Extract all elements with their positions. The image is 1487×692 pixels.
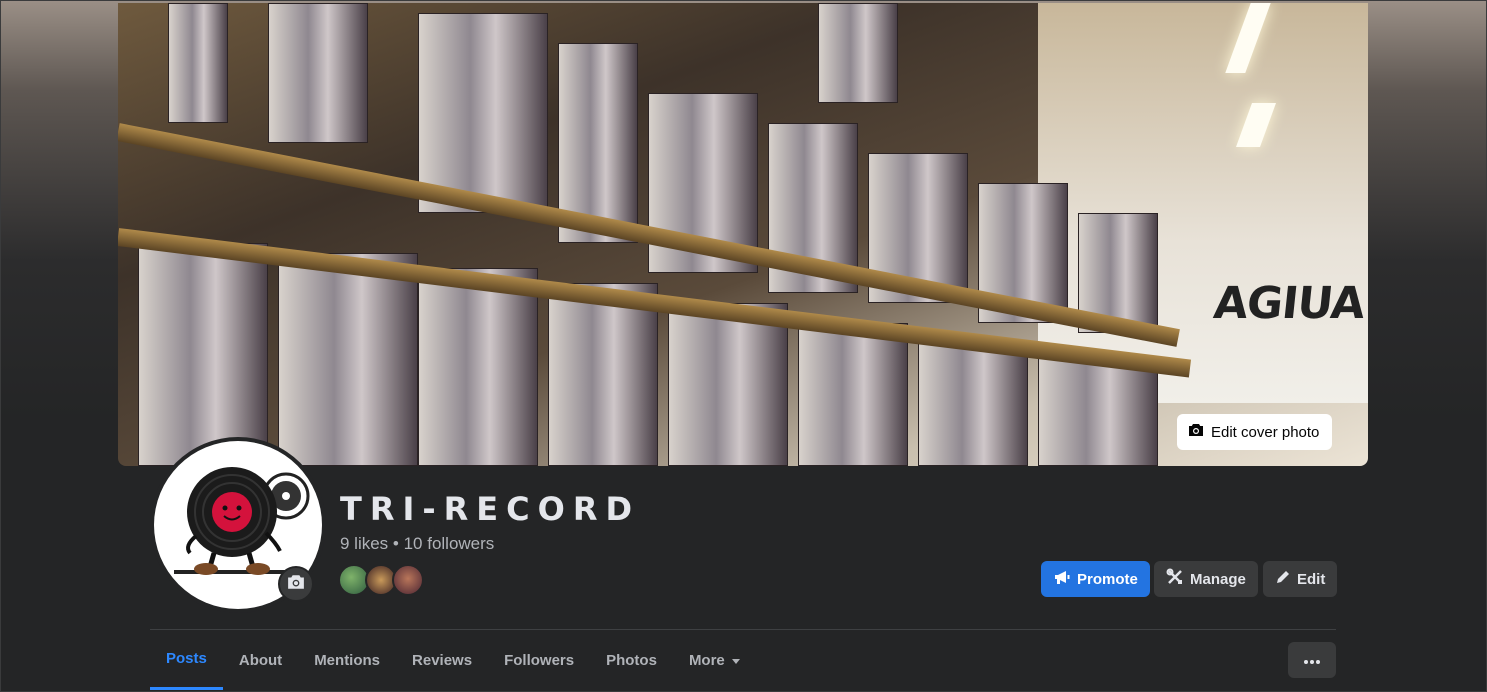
edit-cover-photo-button[interactable]: Edit cover photo [1177, 414, 1333, 450]
record-bin [1038, 358, 1158, 466]
follower-avatar[interactable] [392, 564, 424, 596]
promote-button[interactable]: Promote [1041, 561, 1150, 597]
record-bin [268, 3, 368, 143]
edit-label: Edit [1297, 570, 1326, 588]
edit-cover-photo-label: Edit cover photo [1211, 423, 1320, 441]
manage-button[interactable]: Manage [1154, 561, 1258, 597]
cover-ceiling [1038, 3, 1368, 403]
cover-sign: AGIUA [1211, 278, 1367, 329]
likes-followers-count[interactable]: 9 likes • 10 followers [340, 534, 494, 554]
tab-more[interactable]: More [673, 630, 757, 690]
tab-followers[interactable]: Followers [488, 630, 590, 690]
manage-label: Manage [1190, 570, 1246, 588]
cover-photo[interactable]: AGIUA [118, 3, 1368, 466]
promote-label: Promote [1077, 570, 1138, 588]
tab-label: Posts [166, 650, 207, 667]
ellipsis-icon [1304, 651, 1320, 669]
record-bin [818, 3, 898, 103]
megaphone-icon [1053, 569, 1071, 589]
tab-label: More [688, 651, 725, 669]
tab-label: Followers [504, 651, 575, 669]
record-bin [418, 268, 538, 466]
camera-icon [287, 574, 305, 595]
record-bin [278, 253, 418, 466]
record-bin [668, 303, 788, 466]
record-bin [918, 343, 1028, 466]
tab-label: About [238, 651, 283, 669]
tab-posts[interactable]: Posts [150, 630, 223, 690]
record-bin [418, 13, 548, 213]
tab-mentions[interactable]: Mentions [298, 630, 396, 690]
tab-photos[interactable]: Photos [590, 630, 673, 690]
page-tabs: Posts About Mentions Reviews Followers P… [150, 630, 757, 692]
page-title: TRI-RECORD [340, 490, 641, 528]
tab-label: Photos [606, 651, 657, 669]
tab-about[interactable]: About [223, 630, 298, 690]
record-bin [168, 3, 228, 123]
tools-icon [1166, 568, 1184, 590]
edit-button[interactable]: Edit [1263, 561, 1338, 597]
pencil-icon [1275, 569, 1291, 589]
record-bin [798, 323, 908, 466]
page-options-button[interactable] [1288, 642, 1336, 678]
edit-profile-picture-button[interactable] [278, 566, 314, 602]
tab-label: Mentions [314, 651, 381, 669]
record-bin [138, 243, 268, 466]
follower-avatars[interactable] [338, 564, 424, 596]
camera-icon [1188, 423, 1204, 441]
tab-reviews[interactable]: Reviews [396, 630, 488, 690]
tab-label: Reviews [412, 651, 473, 669]
caret-down-icon [731, 652, 741, 669]
